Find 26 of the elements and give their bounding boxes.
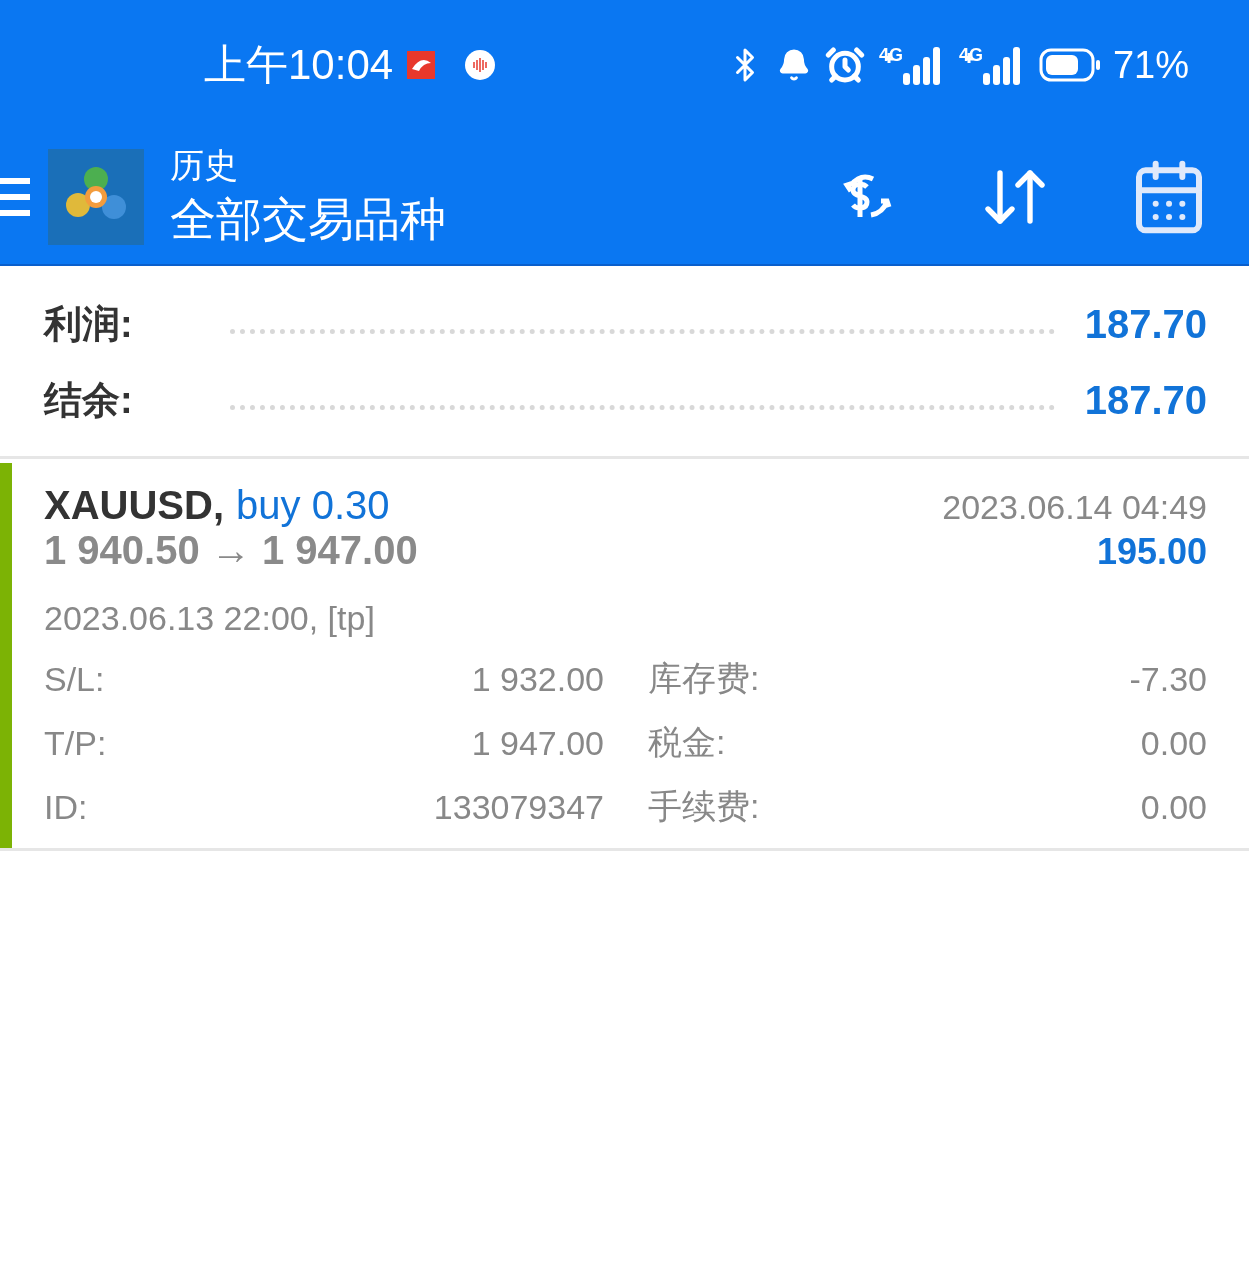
detail-value: 1 947.00 — [470, 723, 604, 763]
trade-symbol: XAUUSD, — [44, 483, 225, 527]
detail-label: S/L: — [44, 659, 106, 699]
trade-side: buy 0.30 — [236, 483, 390, 527]
screen-title: 全部交易品种 — [170, 192, 446, 247]
detail-value: 133079347 — [432, 787, 604, 827]
detail-value: 0.00 — [1139, 787, 1207, 827]
screen-subtitle: 历史 — [170, 145, 239, 186]
detail-label: 库存费: — [647, 658, 761, 699]
detail-value: 1 932.00 — [470, 659, 604, 699]
detail-value: 0.00 — [1139, 723, 1207, 763]
status-time: 上午10:04 — [204, 40, 394, 90]
trade-profit: 195.00 — [1096, 531, 1207, 573]
detail-label: 税金: — [647, 722, 727, 763]
detail-label: T/P: — [44, 723, 108, 763]
open-time: 2023.06.13 22:00, [tp] — [44, 599, 376, 638]
close-time: 2023.06.14 04:49 — [942, 488, 1207, 527]
detail-value: -7.30 — [1129, 659, 1207, 699]
summary-label: 结余: — [44, 377, 134, 423]
detail-label: 手续费: — [647, 786, 761, 827]
trade-prices: 1 940.50 → 1 947.00 — [44, 528, 418, 573]
battery-percent: 71% — [1112, 43, 1189, 87]
detail-label: ID: — [44, 787, 89, 827]
summary-value: 187.70 — [1084, 377, 1207, 423]
summary-value: 187.70 — [1084, 301, 1207, 347]
summary-label: 利润: — [44, 301, 134, 347]
